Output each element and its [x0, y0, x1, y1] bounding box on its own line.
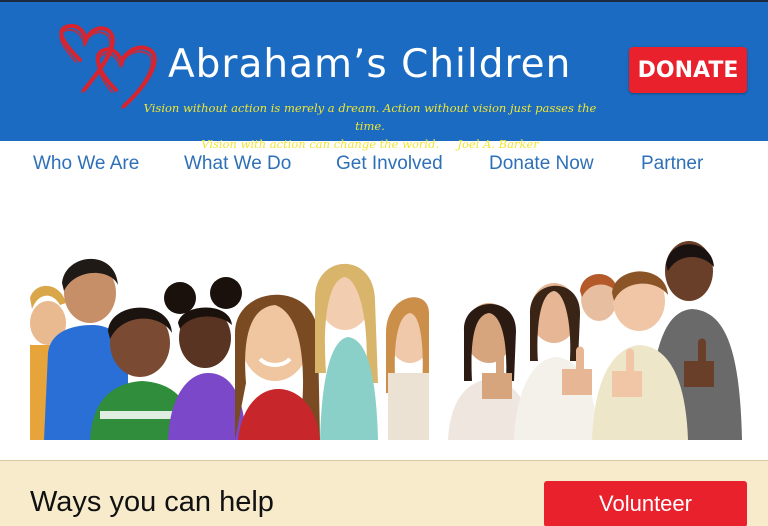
nav-donate-now[interactable]: Donate Now: [489, 153, 594, 175]
ways-to-help-heading: Ways you can help: [30, 486, 274, 518]
site-header: Abraham’s Children Vision without action…: [0, 0, 768, 151]
donate-button[interactable]: DONATE: [629, 47, 747, 93]
nav-partner[interactable]: Partner: [641, 153, 703, 175]
ways-to-help-section: Ways you can help Volunteer: [0, 460, 768, 526]
tagline-line-1: Vision without action is merely a dream.…: [143, 101, 597, 133]
volunteer-button[interactable]: Volunteer: [544, 481, 747, 526]
nav-who-we-are[interactable]: Who We Are: [33, 153, 139, 175]
main-navigation: Who We Are What We Do Get Involved Donat…: [0, 141, 768, 187]
site-title[interactable]: Abraham’s Children: [168, 42, 571, 87]
group-of-smiling-children-photo: [30, 243, 429, 440]
children-thumbs-up-photo: [444, 231, 745, 440]
nav-what-we-do[interactable]: What We Do: [184, 153, 291, 175]
nav-get-involved[interactable]: Get Involved: [336, 153, 443, 175]
